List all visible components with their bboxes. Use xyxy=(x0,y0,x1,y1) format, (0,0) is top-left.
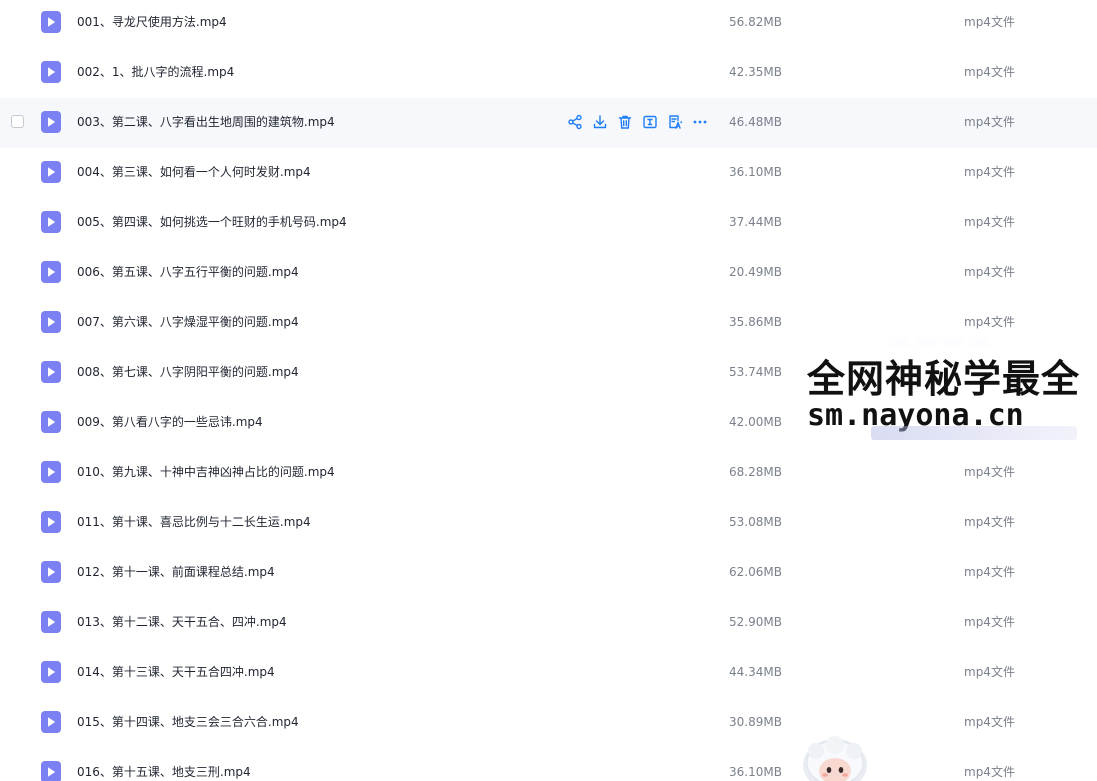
file-row-15[interactable]: 015、第十四课、地支三会三合六合.mp4 30.89MB mp4文件 xyxy=(0,698,1097,748)
video-file-icon xyxy=(41,711,61,733)
file-size: 30.89MB xyxy=(729,715,782,729)
file-type: mp4文件 xyxy=(964,215,1015,229)
video-file-icon xyxy=(41,611,61,633)
file-type: mp4文件 xyxy=(964,15,1015,29)
file-row-16[interactable]: 016、第十五课、地支三刑.mp4 36.10MB mp4文件 xyxy=(0,748,1097,781)
file-name[interactable]: 004、第三课、如何看一个人何时发财.mp4 xyxy=(77,164,311,180)
file-row-4[interactable]: 004、第三课、如何看一个人何时发财.mp4 36.10MB mp4文件 xyxy=(0,148,1097,198)
file-type: mp4文件 xyxy=(964,115,1015,129)
file-name[interactable]: 005、第四课、如何挑选一个旺财的手机号码.mp4 xyxy=(77,214,347,230)
file-type: mp4文件 xyxy=(964,165,1015,179)
file-name[interactable]: 001、寻龙尺使用方法.mp4 xyxy=(77,14,227,30)
file-row-11[interactable]: 011、第十课、喜忌比例与十二长生运.mp4 53.08MB mp4文件 xyxy=(0,498,1097,548)
file-name[interactable]: 006、第五课、八字五行平衡的问题.mp4 xyxy=(77,264,299,280)
file-name[interactable]: 015、第十四课、地支三会三合六合.mp4 xyxy=(77,714,299,730)
video-file-icon xyxy=(41,561,61,583)
file-name[interactable]: 013、第十二课、天干五合、四冲.mp4 xyxy=(77,614,287,630)
video-file-icon xyxy=(41,161,61,183)
video-file-icon xyxy=(41,411,61,433)
file-type: mp4文件 xyxy=(964,365,1015,379)
file-size: 44.34MB xyxy=(729,665,782,679)
file-type: mp4文件 xyxy=(964,615,1015,629)
file-name[interactable]: 011、第十课、喜忌比例与十二长生运.mp4 xyxy=(77,514,311,530)
file-name[interactable]: 016、第十五课、地支三刑.mp4 xyxy=(77,764,251,780)
file-size: 68.28MB xyxy=(729,465,782,479)
file-size: 56.82MB xyxy=(729,15,782,29)
video-file-icon xyxy=(41,11,61,33)
file-size: 20.49MB xyxy=(729,265,782,279)
file-type: mp4文件 xyxy=(964,565,1015,579)
file-type: mp4文件 xyxy=(964,315,1015,329)
file-row-14[interactable]: 014、第十三课、天干五合四冲.mp4 44.34MB mp4文件 xyxy=(0,648,1097,698)
file-size: 36.10MB xyxy=(729,165,782,179)
file-row-3[interactable]: 003、第二课、八字看出生地周围的建筑物.mp4 46.48MB mp4文件 xyxy=(0,98,1097,148)
video-file-icon xyxy=(41,511,61,533)
video-file-icon xyxy=(41,361,61,383)
file-size: 37.44MB xyxy=(729,215,782,229)
row-checkbox[interactable] xyxy=(11,115,24,128)
file-size: 53.08MB xyxy=(729,515,782,529)
video-file-icon xyxy=(41,661,61,683)
file-size: 36.10MB xyxy=(729,765,782,779)
share-icon[interactable] xyxy=(566,113,584,131)
file-size: 62.06MB xyxy=(729,565,782,579)
video-file-icon xyxy=(41,761,61,781)
file-type: mp4文件 xyxy=(964,715,1015,729)
file-name[interactable]: 003、第二课、八字看出生地周围的建筑物.mp4 xyxy=(77,114,335,130)
file-size: 42.00MB xyxy=(729,415,782,429)
file-row-10[interactable]: 010、第九课、十神中吉神凶神占比的问题.mp4 68.28MB mp4文件 xyxy=(0,448,1097,498)
file-name[interactable]: 014、第十三课、天干五合四冲.mp4 xyxy=(77,664,275,680)
file-row-6[interactable]: 006、第五课、八字五行平衡的问题.mp4 20.49MB mp4文件 xyxy=(0,248,1097,298)
file-type: mp4文件 xyxy=(964,515,1015,529)
file-row-13[interactable]: 013、第十二课、天干五合、四冲.mp4 52.90MB mp4文件 xyxy=(0,598,1097,648)
file-name[interactable]: 002、1、批八字的流程.mp4 xyxy=(77,64,234,80)
video-file-icon xyxy=(41,61,61,83)
file-size: 46.48MB xyxy=(729,115,782,129)
file-type: mp4文件 xyxy=(964,65,1015,79)
file-size: 35.86MB xyxy=(729,315,782,329)
file-row-12[interactable]: 012、第十一课、前面课程总结.mp4 62.06MB mp4文件 xyxy=(0,548,1097,598)
file-name[interactable]: 008、第七课、八字阴阳平衡的问题.mp4 xyxy=(77,364,299,380)
file-name[interactable]: 007、第六课、八字燥湿平衡的问题.mp4 xyxy=(77,314,299,330)
file-row-5[interactable]: 005、第四课、如何挑选一个旺财的手机号码.mp4 37.44MB mp4文件 xyxy=(0,198,1097,248)
file-name[interactable]: 009、第八看八字的一些忌讳.mp4 xyxy=(77,414,263,430)
file-type: mp4文件 xyxy=(964,415,1015,429)
file-type: mp4文件 xyxy=(964,765,1015,779)
video-file-icon xyxy=(41,461,61,483)
delete-icon[interactable] xyxy=(616,113,634,131)
file-type: mp4文件 xyxy=(964,665,1015,679)
download-icon[interactable] xyxy=(591,113,609,131)
file-name[interactable]: 012、第十一课、前面课程总结.mp4 xyxy=(77,564,275,580)
file-size: 52.90MB xyxy=(729,615,782,629)
video-file-icon xyxy=(41,311,61,333)
file-name[interactable]: 010、第九课、十神中吉神凶神占比的问题.mp4 xyxy=(77,464,335,480)
rename-icon[interactable] xyxy=(641,113,659,131)
video-file-icon xyxy=(41,111,61,133)
more-icon[interactable] xyxy=(691,113,709,131)
file-type: mp4文件 xyxy=(964,465,1015,479)
file-row-9[interactable]: 009、第八看八字的一些忌讳.mp4 42.00MB mp4文件 xyxy=(0,398,1097,448)
file-row-2[interactable]: 002、1、批八字的流程.mp4 42.35MB mp4文件 xyxy=(0,48,1097,98)
file-row-1[interactable]: 001、寻龙尺使用方法.mp4 56.82MB mp4文件 xyxy=(0,0,1097,48)
video-file-icon xyxy=(41,211,61,233)
video-file-icon xyxy=(41,261,61,283)
file-row-8[interactable]: 008、第七课、八字阴阳平衡的问题.mp4 53.74MB mp4文件 xyxy=(0,348,1097,398)
file-type: mp4文件 xyxy=(964,265,1015,279)
file-size: 42.35MB xyxy=(729,65,782,79)
row-actions xyxy=(566,113,709,131)
file-size: 53.74MB xyxy=(729,365,782,379)
ai-summary-icon[interactable] xyxy=(666,113,684,131)
file-row-7[interactable]: 007、第六课、八字燥湿平衡的问题.mp4 35.86MB mp4文件 xyxy=(0,298,1097,348)
mascot-sticker-icon xyxy=(802,735,868,781)
file-list: 001、寻龙尺使用方法.mp4 56.82MB mp4文件 002、1、批八字的… xyxy=(0,0,1097,781)
